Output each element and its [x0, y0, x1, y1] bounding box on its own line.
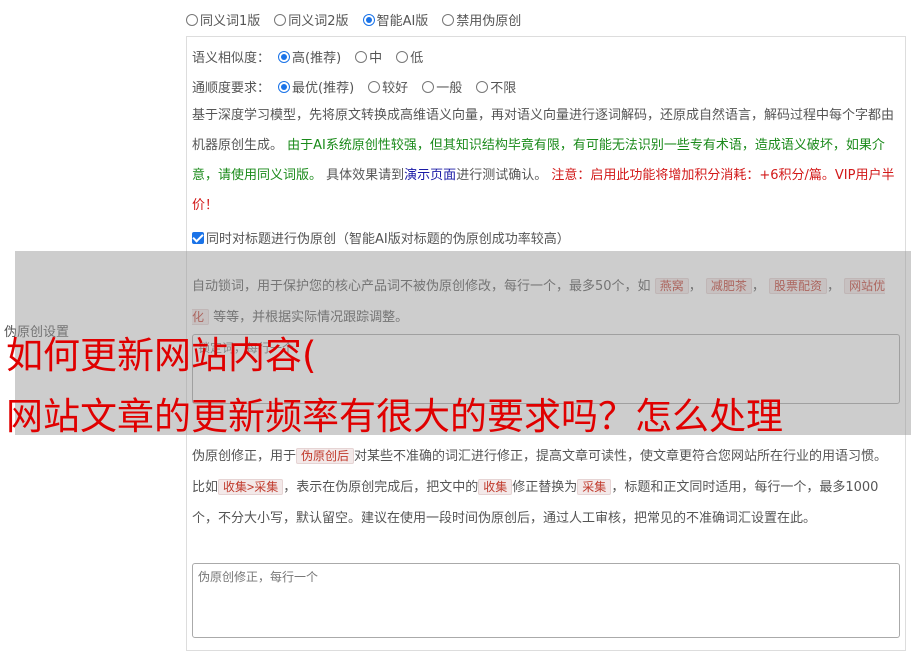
radio-icon[interactable] [396, 50, 409, 63]
similarity-option-mid[interactable]: 中 [355, 47, 382, 66]
similarity-label: 语义相似度： [192, 51, 271, 66]
radio-selected-icon[interactable] [362, 13, 375, 26]
title-rewrite-checkbox[interactable]: 同时对标题进行伪原创（智能AI版对标题的伪原创成功率较高） [192, 228, 570, 247]
radio-selected-icon[interactable] [278, 50, 291, 63]
similarity-row: 语义相似度： 高(推荐) 中 低 [192, 47, 423, 66]
example-tag: 收集>采集 [218, 479, 284, 495]
radio-icon[interactable] [186, 13, 198, 26]
radio-selected-icon[interactable] [278, 80, 291, 93]
mode-option-synonym-1[interactable]: 同义词1版 [186, 10, 260, 29]
radio-icon[interactable] [355, 50, 368, 63]
fluency-label: 通顺度要求： [192, 81, 271, 96]
similarity-option-high[interactable]: 高(推荐) [278, 47, 341, 66]
fluency-option-normal[interactable]: 一般 [422, 77, 462, 96]
mode-option-disable[interactable]: 禁用伪原创 [442, 10, 521, 29]
title-rewrite-row: 同时对标题进行伪原创（智能AI版对标题的伪原创成功率较高） [192, 228, 570, 247]
demo-page-link[interactable]: 演示页面 [404, 168, 456, 183]
mode-radio-group: 同义词1版 同义词2版 智能AI版 禁用伪原创 [186, 10, 521, 29]
checkbox-checked-icon[interactable] [192, 231, 204, 244]
similarity-option-low[interactable]: 低 [396, 47, 423, 66]
example-tag: 伪原创后 [296, 448, 355, 464]
fluency-option-good[interactable]: 较好 [368, 77, 408, 96]
headline-line-2: 网站文章的更新频率有很大的要求吗？怎么处理 [6, 395, 783, 438]
radio-icon[interactable] [368, 80, 381, 93]
fluency-option-best[interactable]: 最优(推荐) [278, 77, 354, 96]
correction-description: 伪原创修正，用于 伪原创后 对某些不准确的词汇进行修正，提高文章可读性，使文章更符合… [192, 448, 888, 526]
ai-description: 基于深度学习模型，先将原文转换成高维语义向量，再对语义向量进行逐词解码，还原成自… [192, 108, 895, 213]
fluency-option-any[interactable]: 不限 [476, 77, 516, 96]
example-tag: 采集 [577, 479, 612, 495]
headline-line-1: 如何更新网站内容( [6, 334, 317, 377]
correction-textarea[interactable]: 伪原创修正，每行一个 [192, 563, 900, 638]
fluency-row: 通顺度要求： 最优(推荐) 较好 一般 不限 [192, 77, 516, 96]
mode-option-synonym-2[interactable]: 同义词2版 [274, 10, 349, 29]
mode-option-ai[interactable]: 智能AI版 [362, 10, 428, 29]
radio-icon[interactable] [422, 80, 435, 93]
radio-icon[interactable] [274, 13, 287, 26]
example-tag: 收集 [478, 479, 513, 495]
radio-icon[interactable] [442, 13, 455, 26]
radio-icon[interactable] [476, 80, 489, 93]
